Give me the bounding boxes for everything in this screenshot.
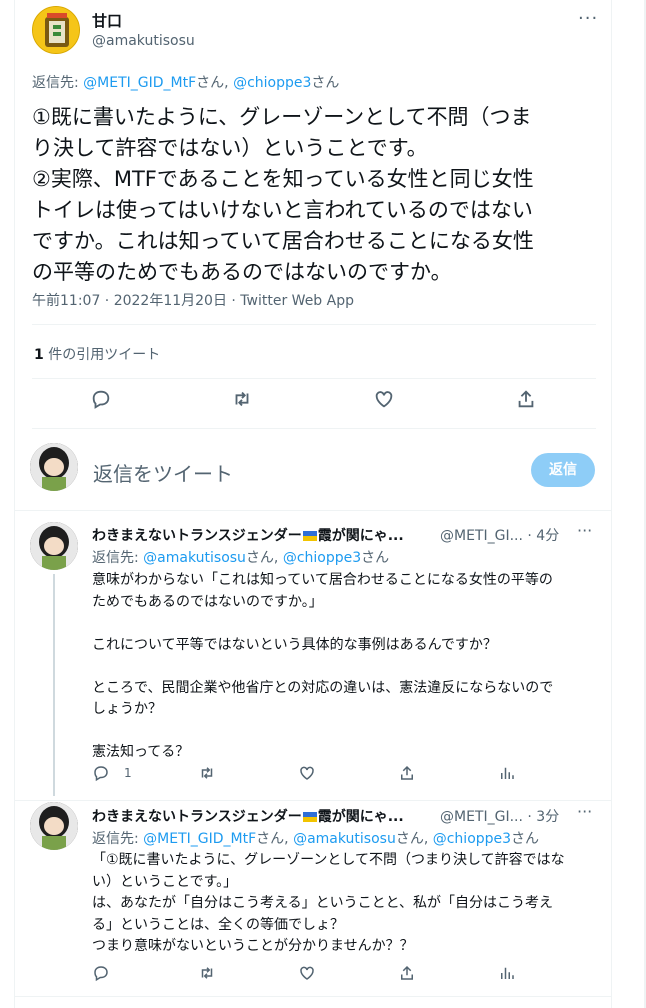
user-avatar[interactable]: [30, 443, 78, 491]
reply-tweet[interactable]: わきまえないトランスジェンダー 霞が関にゃ... @METI_GI... · 3分…: [14, 800, 612, 1000]
reply-to-link[interactable]: @METI_GID_MtF: [83, 75, 196, 91]
reply-time: · 4分: [522, 528, 560, 544]
page: 甘口 @amakutisosu ··· 返信先: @METI_GID_MtFさん…: [0, 0, 646, 1008]
reply-button[interactable]: [90, 388, 120, 418]
divider: [32, 378, 596, 379]
reply-to-link[interactable]: @METI_GID_MtF: [143, 831, 256, 847]
reply-text: 「①既に書いたように、グレーゾーンとして不問（つまり決して許容ではな い）という…: [92, 852, 565, 954]
author-name[interactable]: 甘口: [92, 10, 122, 31]
tweet-actions: [32, 388, 596, 418]
avatar-image: [30, 522, 78, 570]
avatar-image: [33, 7, 79, 53]
reply-to-line: 返信先: @amakutisosuさん, @chioppe3さん: [92, 547, 389, 567]
reply-to-link[interactable]: @chioppe3: [233, 75, 311, 91]
retweet-icon: [235, 391, 249, 407]
author-handle[interactable]: @amakutisosu: [92, 33, 195, 49]
retweet-icon: [201, 967, 213, 979]
reply-handle-text: @METI_GI...: [440, 809, 523, 825]
avatar-image: [30, 802, 78, 850]
divider: [14, 800, 612, 801]
ukraine-flag-icon: [302, 812, 317, 822]
tweet-text: ①既に書いたように、グレーゾーンとして不問（つま り決して許容ではない）というこ…: [32, 105, 534, 284]
reply-to-sep: さん: [311, 75, 340, 91]
reply-to-sep: さん,: [196, 75, 234, 91]
like-icon: [300, 966, 314, 980]
like-button[interactable]: [298, 762, 316, 784]
reply-to-link[interactable]: @amakutisosu: [143, 550, 246, 566]
divider: [14, 996, 612, 997]
tweet-meta[interactable]: 午前11:07 · 2022年11月20日 · Twitter Web App: [32, 290, 354, 310]
reply-to-sep: さん,: [395, 831, 433, 847]
reply-handle-text: @METI_GI...: [440, 528, 523, 544]
thread-line: [53, 574, 55, 796]
reply-time: · 3分: [522, 809, 560, 825]
quote-count: 1: [34, 347, 44, 363]
reply-to-link[interactable]: @amakutisosu: [293, 831, 396, 847]
like-icon: [375, 391, 393, 408]
retweet-button[interactable]: [198, 962, 216, 984]
reply-input[interactable]: 返信をツイート: [93, 458, 233, 487]
more-icon[interactable]: ···: [578, 8, 598, 29]
author-avatar[interactable]: [32, 6, 80, 54]
reply-tweet[interactable]: わきまえないトランスジェンダー 霞が関にゃ... @METI_GI... · 4分…: [14, 510, 612, 800]
reply-submit-button[interactable]: 返信: [531, 453, 595, 487]
share-button[interactable]: [398, 962, 416, 984]
analytics-button[interactable]: [498, 762, 516, 784]
reply-to-prefix: 返信先:: [32, 75, 84, 91]
reply-icon: [94, 966, 108, 982]
share-icon: [401, 765, 413, 780]
share-button[interactable]: [398, 762, 416, 784]
reply-text: 意味がわからない「これは知っていて居合わせることになる女性の平等の ためでもある…: [92, 572, 554, 760]
ukraine-flag-icon: [302, 531, 317, 541]
reply-avatar[interactable]: [30, 802, 78, 850]
more-icon[interactable]: ···: [577, 802, 592, 821]
retweet-button[interactable]: [198, 762, 216, 784]
avatar-image: [30, 443, 78, 491]
reply-to-sep: さん: [511, 831, 540, 847]
divider: [32, 324, 596, 325]
analytics-icon: [501, 967, 514, 979]
quote-label: 件の引用ツイート: [43, 347, 161, 363]
reply-button[interactable]: [92, 962, 110, 984]
reply-to-prefix: 返信先:: [92, 831, 144, 847]
reply-author-name-pre: わきまえないトランスジェンダー: [92, 528, 302, 544]
reply-author-handle[interactable]: @METI_GI... · 4分: [440, 525, 559, 545]
reply-to-sep: さん,: [245, 550, 283, 566]
reply-author-name[interactable]: わきまえないトランスジェンダー 霞が関にゃ...: [92, 806, 404, 826]
reply-button[interactable]: 1: [92, 762, 132, 784]
reply-to-line: 返信先: @METI_GID_MtFさん, @amakutisosuさん, @c…: [92, 828, 539, 848]
reply-author-name-post: 霞が関にゃ...: [317, 809, 404, 825]
reply-to-link[interactable]: @chioppe3: [433, 831, 511, 847]
share-icon: [401, 965, 413, 980]
share-button[interactable]: [515, 388, 545, 418]
reply-author-name-post: 霞が関にゃ...: [317, 528, 404, 544]
reply-to-sep: さん: [361, 550, 390, 566]
reply-count: 1: [124, 766, 132, 780]
reply-author-name[interactable]: わきまえないトランスジェンダー 霞が関にゃ...: [92, 525, 404, 545]
more-icon[interactable]: ···: [577, 521, 592, 540]
divider: [32, 428, 596, 429]
quote-tweets-link[interactable]: 1 件の引用ツイート: [34, 344, 160, 364]
retweet-icon: [201, 767, 213, 779]
reply-author-handle[interactable]: @METI_GI... · 3分: [440, 806, 559, 826]
analytics-icon: [501, 767, 514, 779]
reply-avatar[interactable]: [30, 522, 78, 570]
retweet-button[interactable]: [231, 388, 261, 418]
reply-actions: 1: [92, 762, 602, 784]
reply-to-sep: さん,: [256, 831, 294, 847]
reply-to-line: 返信先: @METI_GID_MtFさん, @chioppe3さん: [32, 72, 339, 92]
reply-icon: [94, 766, 108, 782]
reply-author-name-pre: わきまえないトランスジェンダー: [92, 809, 302, 825]
share-icon: [518, 390, 534, 408]
like-button[interactable]: [373, 388, 403, 418]
like-button[interactable]: [298, 962, 316, 984]
reply-icon: [92, 390, 110, 409]
like-icon: [300, 766, 314, 780]
reply-actions: [92, 962, 602, 984]
analytics-button[interactable]: [498, 962, 516, 984]
reply-to-prefix: 返信先:: [92, 550, 144, 566]
reply-to-link[interactable]: @chioppe3: [283, 550, 361, 566]
